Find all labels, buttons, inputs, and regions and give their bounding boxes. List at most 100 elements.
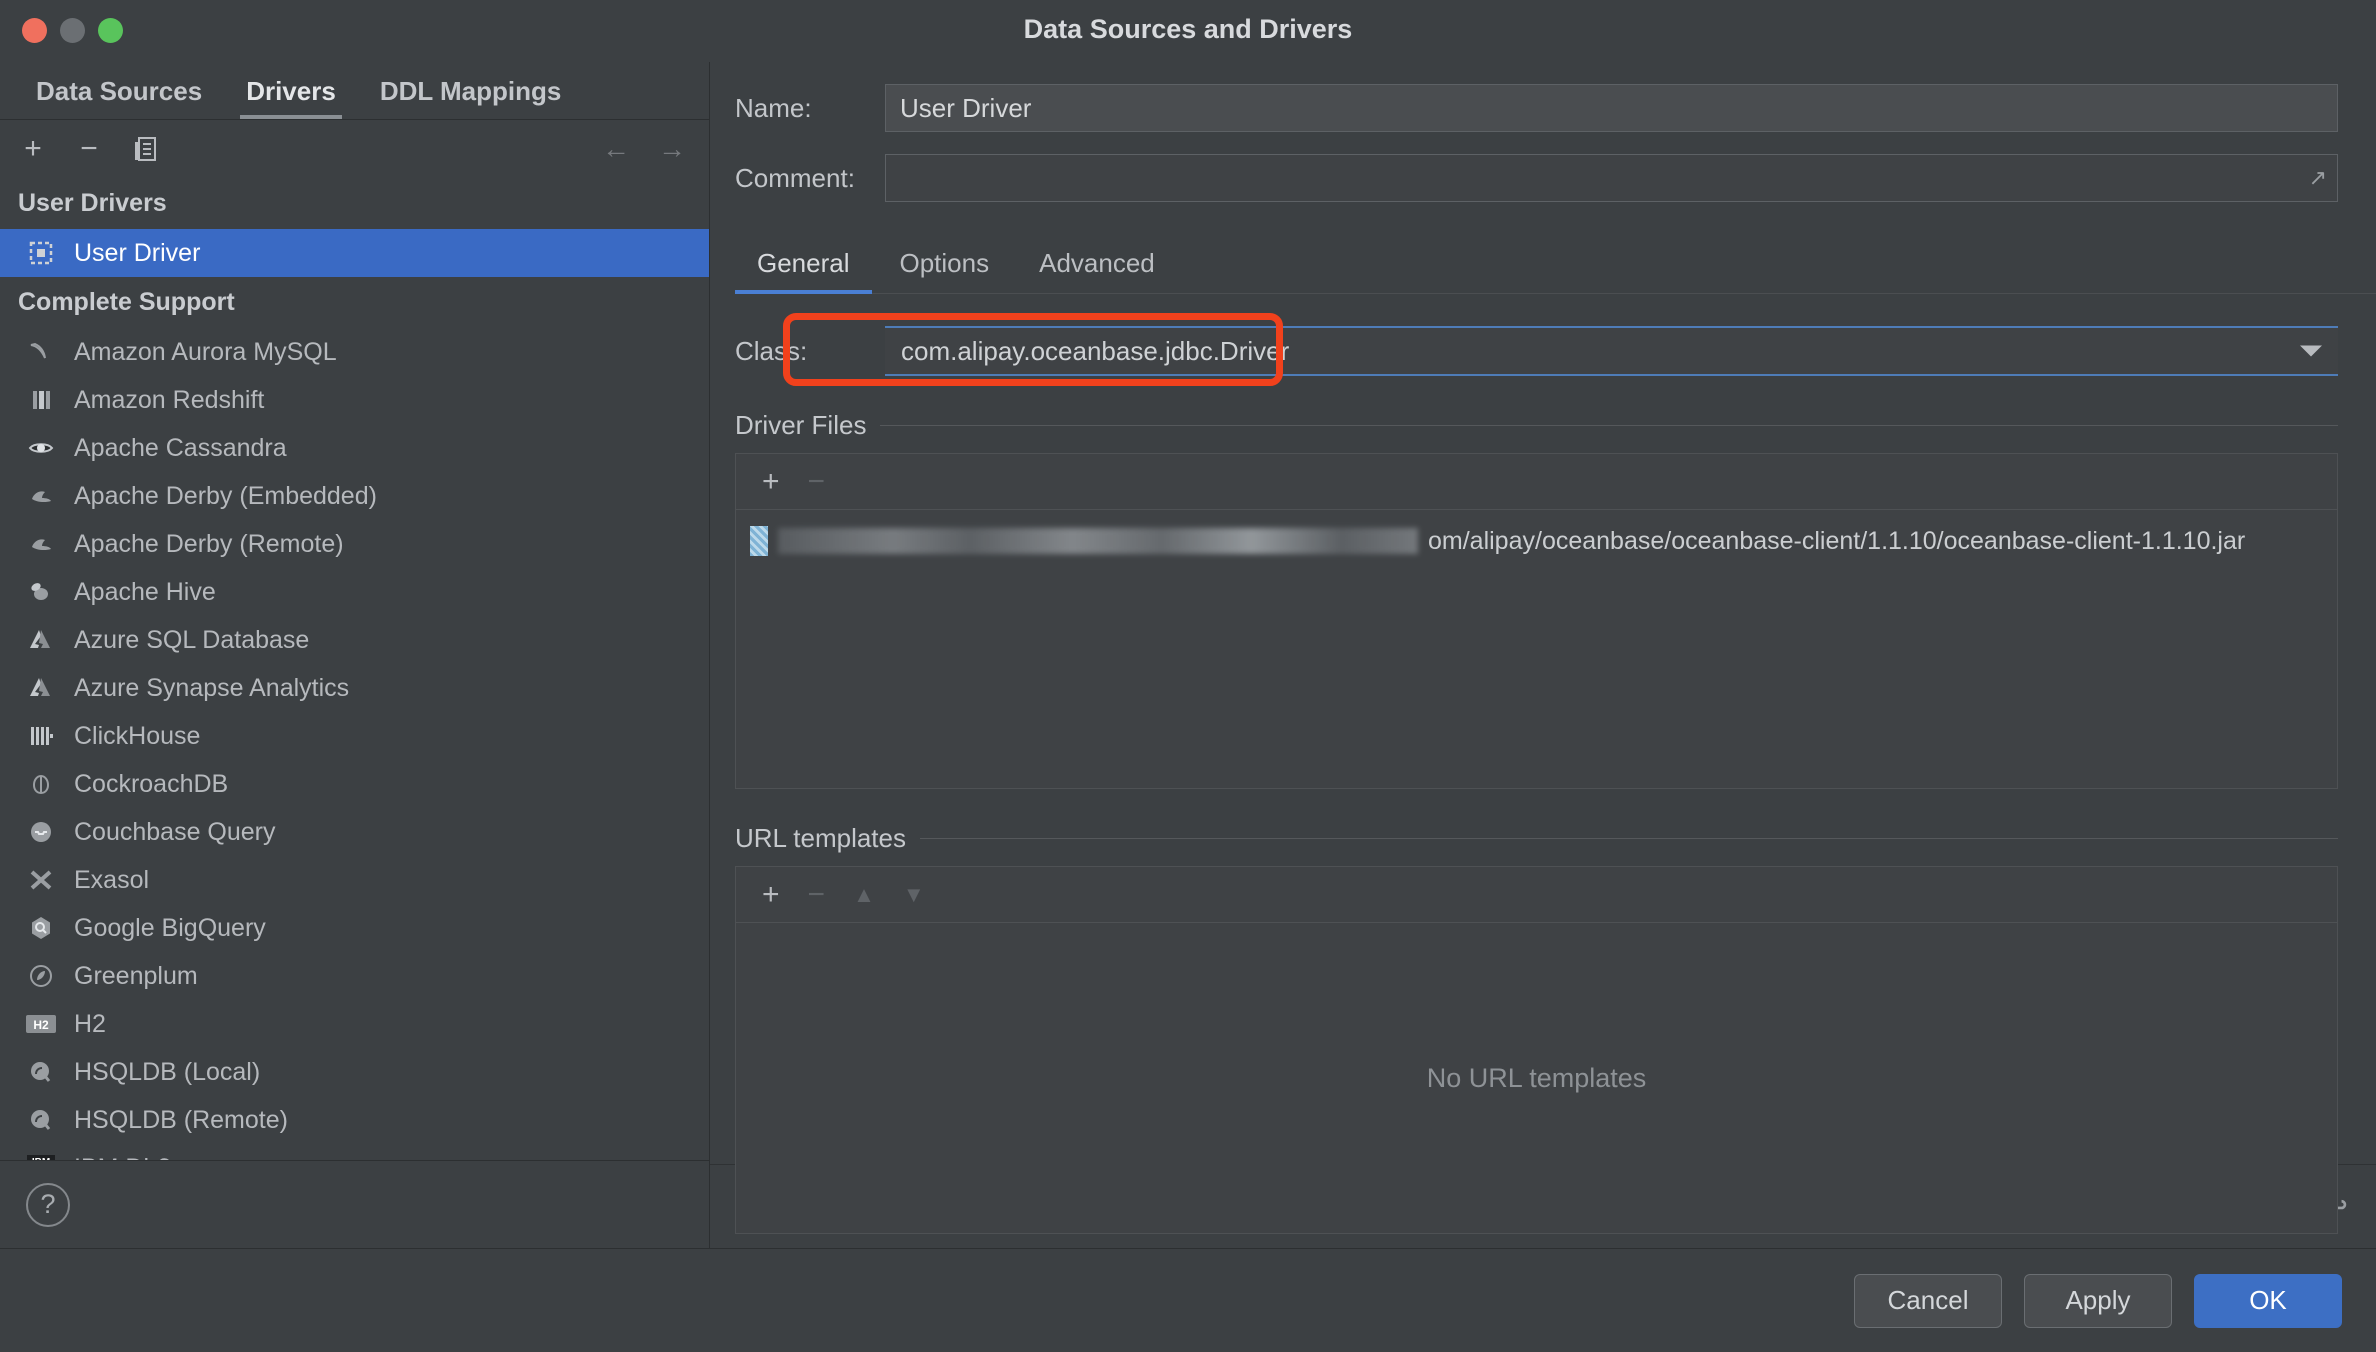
driver-file-row[interactable]: om/alipay/oceanbase/oceanbase-client/1.1… — [736, 520, 2337, 562]
dolphin-icon — [26, 337, 56, 367]
driver-item-couchbase-query[interactable]: Couchbase Query — [0, 808, 709, 856]
move-down-icon[interactable]: ▼ — [903, 884, 925, 906]
class-combobox[interactable]: com.alipay.oceanbase.jdbc.Driver — [885, 326, 2338, 376]
driver-item-azure-sql-database[interactable]: Azure SQL Database — [0, 616, 709, 664]
driver-item-apache-cassandra[interactable]: Apache Cassandra — [0, 424, 709, 472]
driver-files-list[interactable]: om/alipay/oceanbase/oceanbase-client/1.1… — [736, 510, 2337, 788]
url-templates-title: URL templates — [735, 823, 906, 854]
help-bar: ? — [0, 1160, 709, 1248]
driver-item-amazon-redshift[interactable]: Amazon Redshift — [0, 376, 709, 424]
driver-item-label: Apache Hive — [74, 578, 216, 607]
redshift-icon — [26, 385, 56, 415]
driver-item-label: CockroachDB — [74, 770, 228, 799]
url-templates-empty-state: No URL templates — [736, 923, 2337, 1233]
driver-files-toolbar: + − — [736, 454, 2337, 510]
derby-hat-icon — [26, 481, 56, 511]
tab-data-sources[interactable]: Data Sources — [18, 70, 220, 119]
driver-item-cockroachdb[interactable]: CockroachDB — [0, 760, 709, 808]
class-label: Class: — [710, 336, 885, 367]
driver-item-greenplum[interactable]: Greenplum — [0, 952, 709, 1000]
remove-url-template-icon[interactable]: − — [808, 880, 826, 910]
driver-files-panel: + − om/alipay/oceanbase/oceanbase-client… — [735, 453, 2338, 789]
forward-arrow-icon[interactable]: → — [657, 134, 687, 164]
driver-item-label: Amazon Aurora MySQL — [74, 338, 337, 367]
redacted-path-prefix — [778, 528, 1418, 554]
left-pane: Data Sources Drivers DDL Mappings + − — [0, 62, 710, 1248]
url-templates-toolbar: + − ▲ ▼ — [736, 867, 2337, 923]
tab-general[interactable]: General — [735, 240, 872, 293]
tab-advanced[interactable]: Advanced — [1017, 240, 1177, 293]
driver-item-label: HSQLDB (Local) — [74, 1058, 260, 1087]
driver-item-label: Apache Derby (Remote) — [74, 530, 344, 559]
tab-drivers[interactable]: Drivers — [228, 70, 354, 119]
driver-item-exasol[interactable]: Exasol — [0, 856, 709, 904]
right-pane: Name: User Driver Comment: ↗ General Opt… — [710, 62, 2376, 1248]
title-bar: Data Sources and Drivers — [0, 0, 2376, 62]
copy-driver-icon[interactable] — [130, 134, 160, 164]
add-url-template-icon[interactable]: + — [762, 880, 780, 910]
driver-item-clickhouse[interactable]: ClickHouse — [0, 712, 709, 760]
group-header-complete-support: Complete Support — [0, 277, 709, 328]
bee-icon — [26, 577, 56, 607]
cancel-button[interactable]: Cancel — [1854, 1274, 2002, 1328]
expand-icon[interactable]: ↗ — [2309, 165, 2327, 191]
move-up-icon[interactable]: ▲ — [853, 884, 875, 906]
dialog-body: Data Sources Drivers DDL Mappings + − — [0, 62, 2376, 1248]
driver-item-azure-synapse-analytics[interactable]: Azure Synapse Analytics — [0, 664, 709, 712]
eye-icon — [26, 433, 56, 463]
comment-input[interactable]: ↗ — [885, 154, 2338, 202]
remove-file-icon[interactable]: − — [808, 467, 826, 497]
azure-icon — [26, 625, 56, 655]
driver-item-apache-derby-embedded[interactable]: Apache Derby (Embedded) — [0, 472, 709, 520]
add-file-icon[interactable]: + — [762, 467, 780, 497]
url-templates-header: URL templates — [735, 823, 2338, 854]
back-arrow-icon[interactable]: ← — [601, 134, 631, 164]
driver-item-amazon-aurora-mysql[interactable]: Amazon Aurora MySQL — [0, 328, 709, 376]
nav-buttons: ← → — [601, 120, 687, 178]
driver-item-label: Greenplum — [74, 962, 198, 991]
h2-icon: H2 — [26, 1009, 56, 1039]
driver-files-title: Driver Files — [735, 410, 866, 441]
add-driver-icon[interactable]: + — [18, 134, 48, 164]
azure-icon — [26, 673, 56, 703]
driver-item-hsqldb-remote[interactable]: HSQLDB (Remote) — [0, 1096, 709, 1144]
divider — [920, 838, 2338, 839]
name-input[interactable]: User Driver — [885, 84, 2338, 132]
drivers-toolbar: + − ← → — [0, 120, 709, 178]
driver-item-label: User Driver — [74, 239, 200, 268]
driver-item-user-driver[interactable]: User Driver — [0, 229, 709, 277]
url-templates-panel: + − ▲ ▼ No URL templates — [735, 866, 2338, 1234]
driver-item-google-bigquery[interactable]: Google BigQuery — [0, 904, 709, 952]
class-value: com.alipay.oceanbase.jdbc.Driver — [885, 336, 1289, 367]
clickhouse-icon — [26, 721, 56, 751]
driver-files-section: Driver Files + − om/alipay/oceanb — [735, 410, 2338, 789]
driver-item-label: Amazon Redshift — [74, 386, 264, 415]
driver-file-path: om/alipay/oceanbase/oceanbase-client/1.1… — [1428, 527, 2245, 556]
comment-row: Comment: ↗ — [710, 154, 2376, 202]
ok-button[interactable]: OK — [2194, 1274, 2342, 1328]
window-title: Data Sources and Drivers — [0, 14, 2376, 45]
class-row: Class: com.alipay.oceanbase.jdbc.Driver — [710, 326, 2338, 376]
driver-item-h2[interactable]: H2 H2 — [0, 1000, 709, 1048]
data-sources-and-drivers-dialog: Data Sources and Drivers Data Sources Dr… — [0, 0, 2376, 1352]
drivers-list[interactable]: User Drivers User Driver Complete Suppor… — [0, 178, 709, 1160]
jar-file-icon — [750, 526, 768, 556]
driver-item-hsqldb-local[interactable]: HSQLDB (Local) — [0, 1048, 709, 1096]
cockroach-icon — [26, 769, 56, 799]
driver-settings-form: Name: User Driver Comment: ↗ General Opt… — [710, 62, 2376, 1164]
greenplum-icon — [26, 961, 56, 991]
hsqldb-icon — [26, 1057, 56, 1087]
driver-item-ibm-db2[interactable]: IBM DB2 IBM Db2 — [0, 1144, 709, 1160]
chevron-down-icon[interactable] — [2300, 346, 2322, 357]
tab-ddl-mappings[interactable]: DDL Mappings — [362, 70, 580, 119]
tab-options[interactable]: Options — [878, 240, 1012, 293]
divider — [880, 425, 2338, 426]
driver-item-apache-hive[interactable]: Apache Hive — [0, 568, 709, 616]
driver-item-apache-derby-remote[interactable]: Apache Derby (Remote) — [0, 520, 709, 568]
driver-item-label: Apache Derby (Embedded) — [74, 482, 377, 511]
couchbase-icon — [26, 817, 56, 847]
remove-driver-icon[interactable]: − — [74, 134, 104, 164]
help-button[interactable]: ? — [26, 1183, 70, 1227]
apply-button[interactable]: Apply — [2024, 1274, 2172, 1328]
comment-label: Comment: — [710, 163, 885, 194]
